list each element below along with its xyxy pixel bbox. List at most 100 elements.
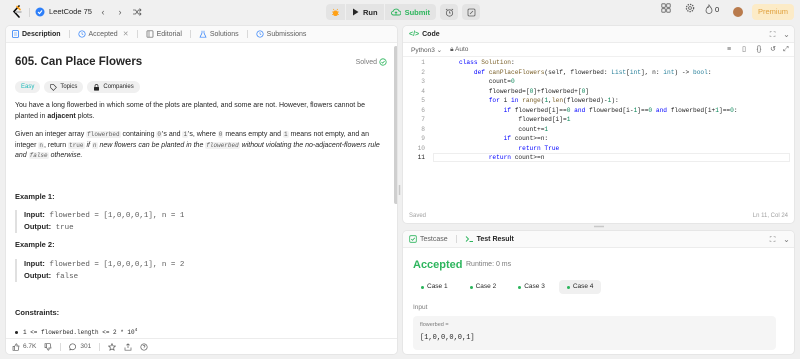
- run-button[interactable]: Run: [346, 4, 384, 20]
- next-problem-icon[interactable]: ›: [115, 6, 125, 18]
- reset-icon[interactable]: ↺: [769, 46, 777, 54]
- tab-accepted[interactable]: Accepted ✕: [77, 30, 129, 38]
- code-text: count=0: [459, 78, 515, 85]
- code-toolbar: Python3 ⌄ 🔒︎ Auto ≡ ▯ {} ↺ ⤢: [403, 43, 794, 57]
- case-tab[interactable]: Case 3: [510, 280, 553, 294]
- autocomplete-mode[interactable]: 🔒︎ Auto: [450, 46, 468, 54]
- settings-gear-icon[interactable]: [685, 3, 695, 13]
- user-avatar[interactable]: [733, 7, 743, 17]
- tab-divider: [246, 30, 248, 38]
- input-value-box: flowerbed = [1,0,0,0,0,1]: [413, 316, 776, 350]
- code-text: if count>=n:: [503, 135, 549, 142]
- constraints-heading: Constraints:: [15, 308, 60, 317]
- collapse-chevron-icon[interactable]: ⌄: [782, 30, 791, 39]
- tab-submissions[interactable]: Submissions: [256, 30, 307, 38]
- description-footer: 6.7K 301: [6, 338, 397, 354]
- shuffle-icon[interactable]: [132, 7, 142, 17]
- play-icon: [353, 8, 359, 16]
- language-selector[interactable]: Python3 ⌄: [411, 46, 442, 54]
- cursor-position: Ln 11, Col 24: [752, 213, 788, 219]
- input-heading: Input: [413, 304, 428, 311]
- footer-divider: [99, 342, 101, 351]
- run-label: Run: [363, 7, 378, 17]
- tab-submissions-label: Submissions: [266, 30, 307, 38]
- example-2-heading: Example 2:: [15, 240, 55, 249]
- case-tab[interactable]: Case 2: [462, 280, 505, 294]
- fullscreen-icon[interactable]: ⛶: [768, 235, 777, 244]
- study-plan-icon[interactable]: [35, 7, 45, 17]
- code-line[interactable]: 3 count=0: [403, 77, 794, 86]
- verdict-status: Accepted: [413, 259, 463, 271]
- collapse-chevron-icon[interactable]: ⌄: [782, 235, 791, 244]
- code-line[interactable]: 5 for i in range(1,len(flowerbed)-1):: [403, 96, 794, 105]
- document-icon: [12, 30, 19, 38]
- code-line[interactable]: 9 if count>=n:: [403, 134, 794, 143]
- code-line[interactable]: 4 flowerbed=[0]+flowerbed+[0]: [403, 87, 794, 96]
- code-line[interactable]: 2 def canPlaceFlowers(self, flowerbed: L…: [403, 68, 794, 77]
- prev-problem-icon[interactable]: ‹: [98, 6, 108, 18]
- notes-button-2[interactable]: [462, 4, 481, 20]
- debug-button[interactable]: [326, 4, 345, 20]
- close-tab-icon[interactable]: ✕: [123, 30, 129, 38]
- like-button[interactable]: 6.7K: [12, 342, 36, 351]
- tab-test-result[interactable]: Test Result: [465, 235, 514, 243]
- tab-solutions[interactable]: Solutions: [199, 30, 239, 38]
- problem-description: 605. Can Place Flowers Solved Easy Topic…: [15, 44, 387, 339]
- topics-chip[interactable]: Topics: [44, 81, 84, 93]
- line-number: 9: [421, 135, 425, 142]
- code-editor[interactable]: 1 class Solution: 2 def canPlaceFlowers(se…: [403, 58, 794, 208]
- line-number: 2: [421, 68, 425, 76]
- streak-counter[interactable]: 0: [705, 4, 719, 14]
- code-line[interactable]: 1 class Solution:: [403, 58, 794, 67]
- format-code-icon[interactable]: ≡: [725, 46, 733, 54]
- companies-chip[interactable]: Companies: [87, 81, 140, 93]
- footer-divider: [60, 342, 62, 351]
- param-name: flowerbed =: [420, 322, 449, 328]
- case-tab[interactable]: Case 4: [558, 280, 602, 294]
- topics-label: Topics: [60, 84, 78, 90]
- help-circle-icon[interactable]: [140, 342, 148, 351]
- line-number: 3: [421, 78, 425, 85]
- code-line[interactable]: 6 if flowerbed[i]==0 and flowerbed[i-1]=…: [403, 106, 794, 115]
- submit-label: Submit: [404, 7, 431, 17]
- tab-code[interactable]: </> Code: [409, 31, 440, 38]
- code-line[interactable]: 8 count+=1: [403, 125, 794, 134]
- braces-icon[interactable]: {}: [755, 46, 763, 54]
- submit-button[interactable]: Submit: [384, 4, 437, 20]
- layout-grid-icon[interactable]: [661, 3, 671, 13]
- star-icon[interactable]: [108, 342, 117, 351]
- fullscreen-icon[interactable]: ⛶: [768, 30, 777, 39]
- bookmark-icon[interactable]: ▯: [740, 46, 748, 54]
- description-scrollbar[interactable]: [394, 46, 397, 204]
- tab-testcase-label: Testcase: [420, 235, 448, 243]
- note-icon: [467, 8, 475, 16]
- case-tab[interactable]: Case 1: [413, 280, 456, 294]
- study-plan-title[interactable]: LeetCode 75: [49, 7, 92, 16]
- code-line[interactable]: 11 return count>=n: [403, 153, 794, 162]
- comment-count: 301: [80, 343, 92, 350]
- tab-editorial[interactable]: Editorial: [146, 30, 182, 38]
- example-1-heading: Example 1:: [15, 192, 55, 201]
- horizontal-splitter-handle[interactable]: [594, 225, 604, 228]
- comments-button[interactable]: 301: [69, 342, 92, 351]
- bug-icon: [332, 8, 339, 16]
- difficulty-badge: Easy: [15, 81, 41, 93]
- tab-description[interactable]: Description: [12, 30, 61, 38]
- share-icon[interactable]: [124, 342, 132, 351]
- vertical-splitter-handle[interactable]: [398, 185, 401, 195]
- problem-title: 605. Can Place Flowers: [15, 56, 143, 68]
- code-line[interactable]: 10 return True: [403, 144, 794, 153]
- companies-label: Companies: [103, 84, 134, 90]
- constraint-item: 1 <= flowerbed.length <= 2 * 104: [15, 328, 137, 336]
- thumbs-down-icon[interactable]: [44, 342, 52, 351]
- tag-icon: [50, 83, 58, 91]
- code-line[interactable]: 7 flowerbed[i]=1: [403, 115, 794, 124]
- expand-icon[interactable]: ⤢: [782, 46, 790, 54]
- result-tabbar: Testcase Test Result ⛶ ⌄: [403, 231, 794, 248]
- premium-button[interactable]: Premium: [752, 4, 794, 20]
- notes-button[interactable]: [440, 4, 459, 20]
- tab-description-label: Description: [22, 30, 61, 38]
- line-number: 4: [421, 87, 425, 95]
- tab-testcase[interactable]: Testcase: [409, 235, 448, 243]
- leetcode-logo-icon[interactable]: [11, 5, 23, 19]
